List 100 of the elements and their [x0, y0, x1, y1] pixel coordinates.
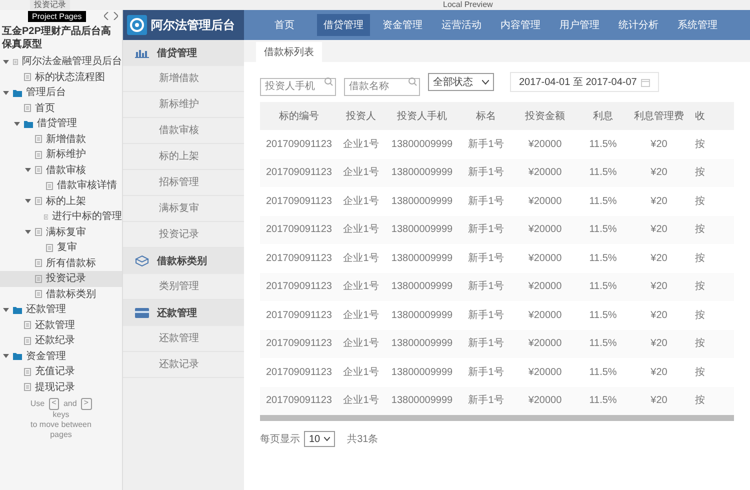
- table-cell-text: 新手1号: [467, 138, 505, 152]
- tree-item-label: 借款标类别: [46, 288, 96, 302]
- table-cell-text: 201709091123: [265, 337, 333, 352]
- sidebar-item[interactable]: 还款记录: [123, 352, 244, 378]
- table-cell-text: ¥20000: [527, 337, 563, 352]
- tree-item[interactable]: 借款审核详情: [0, 178, 122, 194]
- tree-item-label: 还款管理: [35, 318, 75, 333]
- chevron-right-icon[interactable]: [113, 12, 118, 20]
- table-cell-text: 新手1号: [467, 252, 505, 266]
- table-cell-text: 按: [694, 336, 706, 352]
- tree-item[interactable]: 投资记录: [0, 271, 122, 286]
- sidebar-item[interactable]: 还款管理: [123, 326, 244, 352]
- table-cell-text: 13800009999: [390, 166, 454, 180]
- tree-item-label: 满标复审: [46, 226, 86, 240]
- table-cell-text: 按: [694, 252, 706, 266]
- tree-item[interactable]: 标的状态流程图: [0, 70, 122, 85]
- content-tab[interactable]: 借款标列表: [256, 42, 322, 62]
- dropdown-caret-icon: [482, 80, 489, 84]
- table-cell-text: ¥20000: [527, 308, 563, 323]
- sidebar-item[interactable]: 新增借款: [123, 66, 244, 92]
- page-tab[interactable]: 投资记录: [30, 0, 70, 10]
- nav-tab[interactable]: 借贷管理: [317, 14, 370, 36]
- nav-tab[interactable]: 统计分析: [612, 14, 665, 36]
- tree-item[interactable]: 标的上架: [0, 194, 122, 209]
- table-cell-text: ¥20000: [527, 166, 563, 180]
- tree-item[interactable]: 还款纪录: [0, 333, 122, 348]
- nav-tab[interactable]: 首页: [258, 14, 311, 36]
- phone-search-field[interactable]: 投资人手机: [260, 78, 336, 96]
- folder-icon: [13, 88, 22, 97]
- caret-icon[interactable]: [14, 120, 20, 127]
- tree-item[interactable]: 还款管理: [0, 318, 122, 333]
- key-cap: <: [48, 398, 60, 410]
- page-icon: [13, 58, 18, 66]
- page-icon: [24, 104, 31, 112]
- sidebar-group-title[interactable]: 还款管理: [157, 306, 197, 320]
- caret-icon[interactable]: [25, 229, 31, 236]
- table-cell-text: 201709091123: [265, 366, 333, 380]
- tree-item[interactable]: 满标复审: [0, 224, 122, 240]
- column-header: 标的编号: [278, 110, 320, 124]
- tree-item[interactable]: 借款标类别: [0, 286, 122, 302]
- tree-item[interactable]: 充值记录: [0, 364, 122, 380]
- sidebar-item[interactable]: 借款审核: [123, 118, 244, 144]
- tree-item[interactable]: 借款审核: [0, 162, 122, 178]
- tree-item[interactable]: 阿尔法金融管理员后台: [0, 54, 122, 70]
- calendar-icon: [640, 78, 650, 86]
- bar-chart-icon: [135, 48, 149, 58]
- table-cell-text: 企业1号: [342, 166, 380, 180]
- hint-text: to move between: [30, 420, 92, 430]
- page-icon: [46, 244, 53, 252]
- nav-tab[interactable]: 资金管理: [376, 14, 429, 36]
- page-icon: [35, 150, 42, 159]
- table-cell-text: 201709091123: [265, 252, 333, 266]
- cube-icon: [135, 255, 149, 267]
- sidebar-item[interactable]: 满标复审: [123, 196, 244, 222]
- tree-item[interactable]: 首页: [0, 100, 122, 116]
- hint-text: keys: [52, 410, 70, 420]
- folder-icon: [13, 306, 22, 314]
- table-cell-text: 企业1号: [342, 138, 380, 152]
- sidebar-item[interactable]: 标的上架: [123, 144, 244, 170]
- column-header: 利息管理费: [633, 110, 685, 124]
- caret-icon[interactable]: [3, 353, 9, 360]
- nav-tab[interactable]: 用户管理: [553, 14, 606, 36]
- nav-tab[interactable]: 系统管理: [671, 14, 724, 36]
- logo-icon: [127, 15, 147, 35]
- tree-item[interactable]: 还款管理: [0, 302, 122, 318]
- tree-item[interactable]: 新标维护: [0, 147, 122, 162]
- tree-item[interactable]: 所有借款标: [0, 256, 122, 271]
- table-cell-text: ¥20: [650, 138, 668, 152]
- table-cell-text: 11.5%: [588, 166, 618, 180]
- tree-item[interactable]: 新增借款: [0, 132, 122, 147]
- tree-item[interactable]: 进行中标的管理: [0, 209, 122, 224]
- caret-icon[interactable]: [3, 306, 9, 313]
- tree-item-label: 提现记录: [35, 380, 75, 395]
- caret-icon[interactable]: [3, 58, 9, 65]
- caret-icon[interactable]: [3, 90, 9, 96]
- tree-item[interactable]: 提现记录: [0, 380, 122, 395]
- tree-item[interactable]: 复审: [0, 240, 122, 256]
- caret-icon[interactable]: [25, 167, 31, 174]
- sidebar-item[interactable]: 新标维护: [123, 92, 244, 118]
- table-cell-text: 企业1号: [342, 366, 380, 380]
- nav-tab[interactable]: 内容管理: [494, 14, 547, 36]
- tree-item[interactable]: 资金管理: [0, 348, 122, 364]
- sidebar-group-title[interactable]: 借贷管理: [157, 46, 197, 60]
- sidebar-item[interactable]: 招标管理: [123, 170, 244, 196]
- table-cell-text: ¥20000: [527, 223, 563, 238]
- name-search-field[interactable]: 借款名称: [344, 78, 420, 96]
- date-range-field[interactable]: 2017-04-01 至 2017-04-07: [510, 72, 659, 92]
- tree-item-label: 所有借款标: [46, 256, 96, 271]
- table-cell-text: 11.5%: [588, 252, 618, 266]
- table-cell-text: 按: [694, 366, 706, 380]
- nav-tab[interactable]: 运营活动: [435, 14, 488, 36]
- tree-item[interactable]: 借贷管理: [0, 116, 122, 132]
- page-size-select[interactable]: 10: [304, 431, 336, 447]
- tree-item[interactable]: 管理后台: [0, 85, 122, 100]
- table-cell-text: 企业1号: [342, 194, 380, 209]
- table-cell-text: 11.5%: [588, 194, 618, 209]
- table-cell-text: 企业1号: [342, 280, 380, 294]
- caret-icon[interactable]: [25, 198, 31, 204]
- chevron-left-icon[interactable]: [104, 12, 109, 20]
- status-select[interactable]: 全部状态: [428, 73, 494, 91]
